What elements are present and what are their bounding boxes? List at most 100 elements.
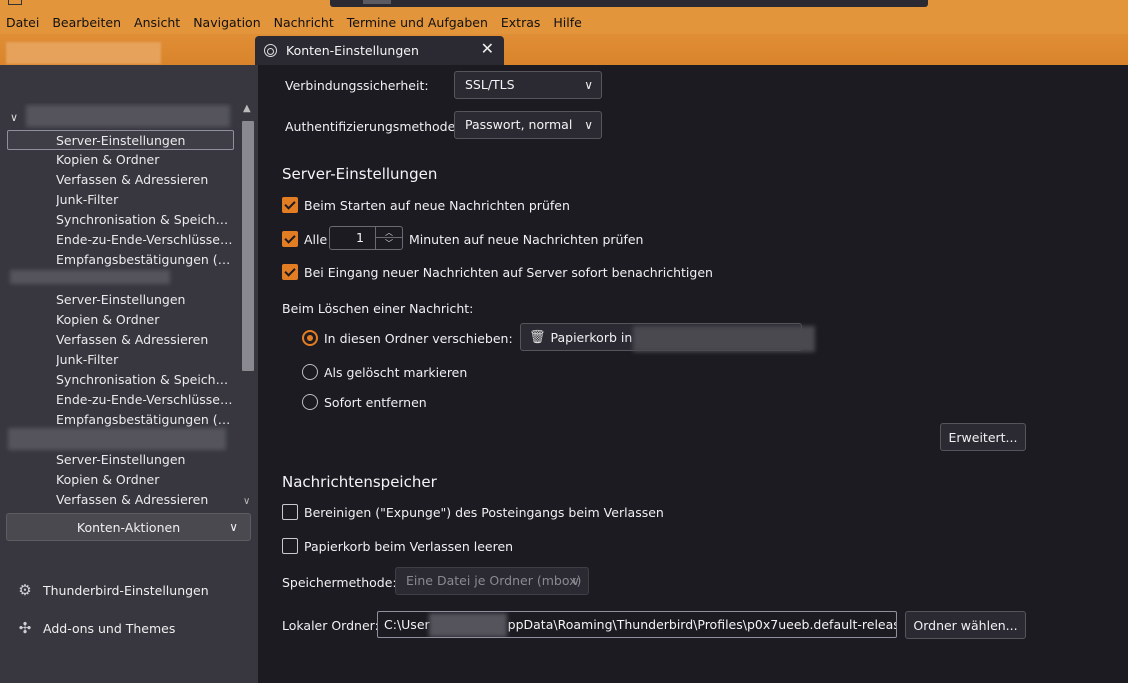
scrollbar-thumb[interactable]: [242, 121, 254, 371]
sidebar-item[interactable]: Server-Einstellungen: [7, 130, 234, 150]
delete-behavior-label: Beim Löschen einer Nachricht:: [282, 301, 474, 316]
message-storage-heading: Nachrichtenspeicher: [282, 473, 437, 491]
sidebar-item[interactable]: Kopien & Ordner: [56, 470, 234, 490]
push-notify-checkbox[interactable]: [282, 264, 298, 280]
sidebar-item[interactable]: Empfangsbestätigungen (MDN): [56, 250, 234, 270]
auth-method-select[interactable]: Passwort, normal ∨: [454, 111, 602, 139]
auth-method-label: Authentifizierungsmethode:: [285, 119, 460, 134]
thunderbird-settings-label: Thunderbird-Einstellungen: [43, 582, 209, 598]
chevron-down-icon: ∨: [571, 574, 580, 588]
connection-security-select[interactable]: SSL/TLS ∨: [454, 71, 602, 99]
expunge-checkbox[interactable]: [282, 504, 298, 520]
trash-folder-value: Papierkorb in r: [550, 329, 642, 345]
account-actions-label: Konten-Aktionen: [76, 519, 181, 535]
sidebar-item[interactable]: Verfassen & Adressieren: [56, 330, 234, 350]
redacted-folder-name: [633, 326, 815, 352]
redacted-tab-area: [6, 42, 161, 64]
sidebar-item[interactable]: Junk-Filter: [56, 350, 234, 370]
puzzle-icon: ✣: [18, 619, 32, 637]
choose-folder-button[interactable]: Ordner wählen...: [905, 611, 1026, 639]
sidebar-item[interactable]: Server-Einstellungen: [56, 450, 234, 470]
check-every-prefix[interactable]: Alle: [304, 232, 327, 247]
check-startup-checkbox[interactable]: [282, 197, 298, 213]
remove-immediately-label[interactable]: Sofort entfernen: [324, 395, 427, 410]
move-to-folder-radio[interactable]: [302, 330, 318, 346]
push-notify-label[interactable]: Bei Eingang neuer Nachrichten auf Server…: [304, 265, 713, 280]
scroll-up-icon[interactable]: ▲: [243, 103, 251, 114]
title-strip: [330, 0, 928, 7]
close-icon[interactable]: ✕: [481, 41, 494, 57]
sidebar-item[interactable]: Server-Einstellungen: [56, 290, 234, 310]
stepper-up-icon[interactable]: ︿: [376, 227, 402, 238]
sidebar-item[interactable]: Kopien & Ordner: [56, 310, 234, 330]
tab-label: Konten-Einstellungen: [286, 43, 419, 58]
check-every-checkbox[interactable]: [282, 231, 298, 247]
menu-bar: Datei Bearbeiten Ansicht Navigation Nachrich…: [0, 0, 1128, 34]
menu-nachricht[interactable]: Nachricht: [274, 15, 334, 30]
connection-security-value: SSL/TLS: [465, 77, 515, 92]
connection-security-label: Verbindungssicherheit:: [285, 78, 429, 93]
settings-pane: Verbindungssicherheit: SSL/TLS ∨ Authent…: [258, 65, 1128, 683]
stepper-buttons[interactable]: ︿ ﹀: [375, 227, 402, 249]
advanced-button[interactable]: Erweitert...: [940, 423, 1026, 451]
gear-icon: ⚙: [18, 581, 32, 599]
menu-items: Datei Bearbeiten Ansicht Navigation Nachrich…: [6, 15, 595, 30]
mark-deleted-radio[interactable]: [302, 364, 318, 380]
sidebar-item[interactable]: Empfangsbestätigungen (MDN): [56, 410, 234, 430]
chevron-down-icon: ∨: [584, 118, 593, 132]
title-strip-block: [363, 0, 391, 4]
sidebar-item[interactable]: Synchronisation & Speicherplatz: [56, 210, 234, 230]
redacted-account-1[interactable]: [26, 105, 230, 127]
sidebar-item[interactable]: Ende-zu-Ende-Verschlüsselung: [56, 230, 234, 250]
menu-navigation[interactable]: Navigation: [193, 15, 260, 30]
check-interval-value[interactable]: 1: [356, 227, 364, 249]
sidebar-item[interactable]: Verfassen & Adressieren: [56, 490, 234, 507]
store-method-value: Eine Datei je Ordner (mbox): [406, 573, 582, 588]
sidebar-item[interactable]: Ende-zu-Ende-Verschlüsselung: [56, 390, 234, 410]
empty-trash-checkbox[interactable]: [282, 538, 298, 554]
server-settings-heading: Server-Einstellungen: [282, 165, 438, 183]
check-every-suffix: Minuten auf neue Nachrichten prüfen: [409, 232, 644, 247]
sidebar-item[interactable]: Kopien & Ordner: [56, 150, 234, 170]
stepper-down-icon[interactable]: ﹀: [376, 238, 402, 249]
menu-ansicht[interactable]: Ansicht: [134, 15, 180, 30]
menu-termine-und-aufgaben[interactable]: Termine und Aufgaben: [347, 15, 488, 30]
local-folder-start: C:\User: [384, 617, 430, 632]
account-actions-button[interactable]: Konten-Aktionen ∨: [6, 513, 251, 541]
empty-trash-label[interactable]: Papierkorb beim Verlassen leeren: [304, 539, 513, 554]
check-interval-stepper[interactable]: 1 ︿ ﹀: [329, 226, 403, 250]
addons-themes-label: Add-ons und Themes: [43, 620, 176, 636]
redacted-username: [429, 613, 507, 637]
chevron-down-icon: ∨: [584, 78, 593, 92]
sidebar-item[interactable]: Verfassen & Adressieren: [56, 170, 234, 190]
menu-bearbeiten[interactable]: Bearbeiten: [52, 15, 121, 30]
mark-deleted-label[interactable]: Als gelöscht markieren: [324, 365, 467, 380]
sidebar-item[interactable]: Junk-Filter: [56, 190, 234, 210]
sidebar-scrollbar[interactable]: ▲ ∨: [240, 103, 256, 507]
check-startup-label[interactable]: Beim Starten auf neue Nachrichten prüfen: [304, 198, 570, 213]
redacted-account-2[interactable]: [10, 270, 170, 284]
local-folder-label: Lokaler Ordner:: [282, 618, 379, 633]
thunderbird-settings-link[interactable]: ⚙ Thunderbird-Einstellungen: [17, 580, 209, 600]
tab-bar: Konten-Einstellungen ✕: [0, 34, 1128, 65]
menu-datei[interactable]: Datei: [6, 15, 39, 30]
chevron-down-icon: ∨: [229, 520, 238, 534]
sidebar: ∨ Server-Einstellungen Kopien & Ordner Ver…: [0, 65, 258, 683]
app-logo-fragment: [8, 0, 22, 5]
chevron-down-icon[interactable]: ∨: [10, 112, 18, 124]
store-method-select: Eine Datei je Ordner (mbox) ∨: [395, 567, 589, 595]
account-tree: ∨ Server-Einstellungen Kopien & Ordner Ver…: [0, 103, 240, 507]
expunge-label[interactable]: Bereinigen ("Expunge") des Posteingangs …: [304, 505, 664, 520]
move-to-folder-label[interactable]: In diesen Ordner verschieben:: [324, 331, 513, 346]
sidebar-item[interactable]: Synchronisation & Speicherplatz: [56, 370, 234, 390]
local-folder-input[interactable]: C:\User ppData\Roaming\Thunderbird\Profil…: [377, 611, 897, 638]
auth-method-value: Passwort, normal: [465, 117, 573, 132]
menu-extras[interactable]: Extras: [501, 15, 541, 30]
trash-folder-picker[interactable]: 🗑 Papierkorb in r: [520, 323, 815, 352]
remove-immediately-radio[interactable]: [302, 394, 318, 410]
menu-hilfe[interactable]: Hilfe: [553, 15, 581, 30]
scroll-down-icon[interactable]: ∨: [243, 496, 250, 507]
addons-themes-link[interactable]: ✣ Add-ons und Themes: [17, 618, 176, 638]
redacted-account-3[interactable]: [8, 428, 226, 450]
tab-account-settings[interactable]: Konten-Einstellungen ✕: [255, 36, 504, 65]
